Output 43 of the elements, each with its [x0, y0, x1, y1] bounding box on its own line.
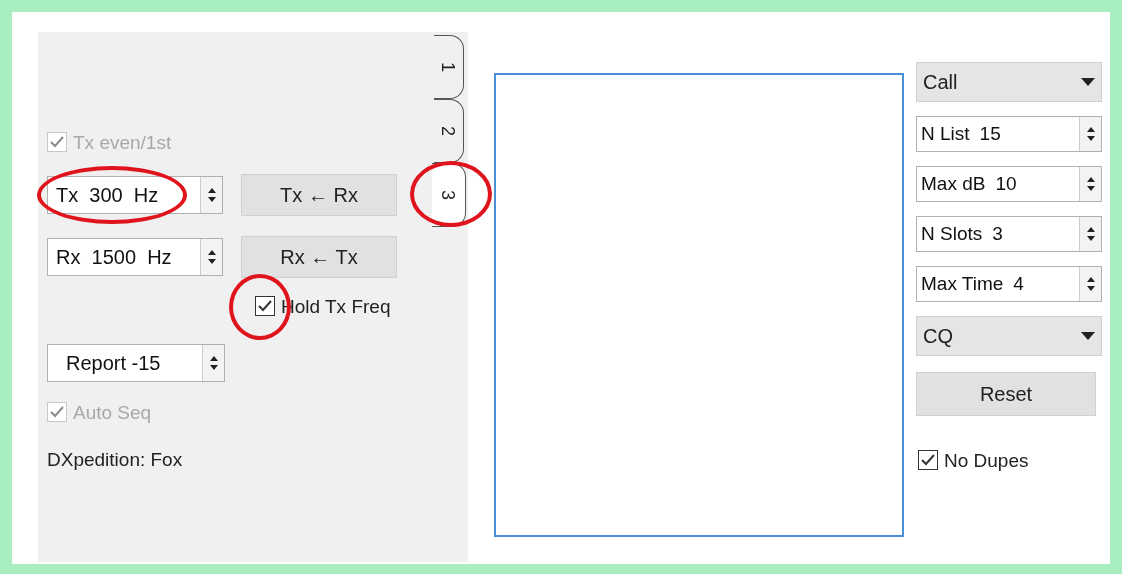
spin-arrows-icon[interactable] — [1079, 267, 1101, 301]
button[interactable]: Rx ← Tx — [241, 236, 397, 278]
checkbox-label: Tx even/1st — [73, 132, 172, 152]
spin-value: 4 — [1013, 271, 1025, 296]
spin-value: 10 — [995, 171, 1018, 196]
spin-label: N List — [920, 121, 970, 146]
spin-label: Max Time — [920, 271, 1004, 296]
spin-value: Rx 1500 Hz — [56, 245, 172, 270]
spin-box[interactable]: Tx 300 Hz — [47, 176, 223, 214]
spin-label: Max dB — [920, 171, 986, 196]
dropdown-value: Call — [923, 70, 958, 95]
checkbox[interactable] — [918, 450, 938, 470]
spin-value: Report -15 — [66, 351, 161, 376]
tab[interactable]: 2 — [434, 99, 464, 163]
tab[interactable]: 1 — [434, 35, 464, 99]
checkbox[interactable] — [255, 296, 275, 316]
mode-label: DXpedition: Fox — [47, 448, 184, 472]
spin-box[interactable]: Max dB 10 — [916, 166, 1102, 202]
button[interactable]: Reset — [916, 372, 1096, 416]
dropdown-value: CQ — [923, 324, 953, 349]
spin-box[interactable]: Max Time 4 — [916, 266, 1102, 302]
spin-box[interactable]: Rx 1500 Hz — [47, 238, 223, 276]
spin-box[interactable]: N Slots 3 — [916, 216, 1102, 252]
caret-icon — [1081, 78, 1095, 86]
spin-box[interactable]: N List 15 — [916, 116, 1102, 152]
spin-arrows-icon[interactable] — [200, 177, 222, 213]
spin-arrows-icon[interactable] — [200, 239, 222, 275]
caret-icon — [1081, 332, 1095, 340]
spin-arrows-icon[interactable] — [1079, 167, 1101, 201]
checkbox-label: Auto Seq — [73, 402, 152, 422]
dropdown[interactable]: Call — [916, 62, 1102, 102]
spin-value: Tx 300 Hz — [56, 183, 159, 208]
spin-arrows-icon[interactable] — [1079, 117, 1101, 151]
spin-value: 15 — [979, 121, 1002, 146]
spin-value: 3 — [992, 221, 1004, 246]
tab[interactable]: 3 — [432, 163, 466, 227]
checkbox-label: No Dupes — [944, 450, 1029, 470]
spin-arrows-icon[interactable] — [202, 345, 224, 381]
spin-box[interactable]: Report -15 — [47, 344, 225, 382]
spin-label: N Slots — [920, 221, 983, 246]
button[interactable]: Tx ← Rx — [241, 174, 397, 216]
dropdown[interactable]: CQ — [916, 316, 1102, 356]
spin-arrows-icon[interactable] — [1079, 217, 1101, 251]
